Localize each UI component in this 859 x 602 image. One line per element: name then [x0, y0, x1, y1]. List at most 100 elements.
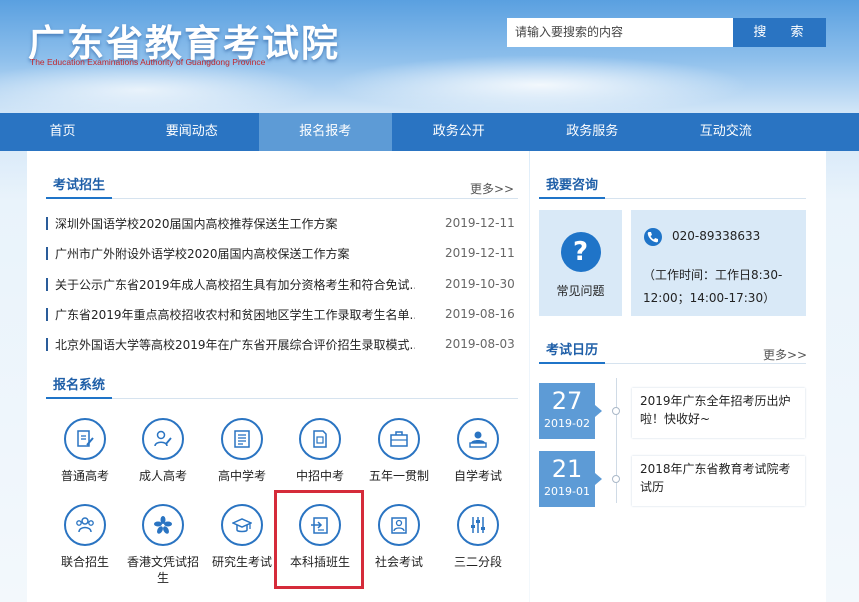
news-date: 2019-08-16 — [445, 307, 515, 321]
registration-item-five-year[interactable]: 五年一贯制 — [362, 418, 436, 484]
nav-item-services[interactable]: 政务服务 — [526, 113, 660, 151]
section-underline — [539, 362, 605, 364]
briefcase-icon — [378, 418, 420, 460]
group-icon — [64, 504, 106, 546]
news-date: 2019-10-30 — [445, 277, 515, 291]
news-title[interactable]: 关于公示广东省2019年成人高校招生具有加分资格考生和符合免试... — [55, 276, 415, 293]
phone-number: 020-89338633 — [672, 229, 761, 243]
bauhinia-icon — [142, 504, 184, 546]
bullet-bar — [46, 247, 48, 260]
work-time: （工作时间：工作日8:30-12:00；14:00-17:30） — [643, 268, 783, 305]
document-page-icon — [299, 418, 341, 460]
section-rule — [112, 198, 518, 199]
timeline-dot — [612, 407, 620, 415]
highlight-box — [274, 490, 364, 589]
more-link-calendar[interactable]: 更多>> — [763, 346, 807, 363]
faq-button[interactable]: ? 常见问题 — [539, 210, 622, 316]
section-title-calendar: 考试日历 — [546, 343, 599, 358]
section-rule — [605, 363, 806, 364]
news-date: 2019-12-11 — [445, 246, 515, 260]
registration-item-postgraduate[interactable]: 研究生考试 — [205, 504, 279, 570]
news-date: 2019-12-11 — [445, 216, 515, 230]
bullet-bar — [46, 308, 48, 321]
document-list-icon — [221, 418, 263, 460]
calendar-date: 27 2019-02 — [539, 383, 595, 439]
calendar-day: 21 — [551, 455, 583, 483]
calendar-date: 21 2019-01 — [539, 451, 595, 507]
search-input[interactable]: 请输入要搜索的内容 — [507, 18, 733, 47]
search-button[interactable]: 搜 索 — [733, 18, 826, 47]
registration-label: 普通高考 — [60, 469, 109, 483]
registration-item-hkdse[interactable]: 香港文凭试招生 — [126, 504, 200, 586]
cloud-decoration — [0, 60, 320, 120]
news-title[interactable]: 广州市广外附设外语学校2020届国内高校保送工作方案 — [55, 245, 415, 262]
nav-item-news[interactable]: 要闻动态 — [125, 113, 259, 151]
person-pen-icon — [142, 418, 184, 460]
teacher-board-icon — [457, 418, 499, 460]
pointer-arrow — [595, 473, 602, 485]
section-rule — [112, 398, 518, 399]
contact-box: 020-89338633 （工作时间：工作日8:30-12:00；14:00-1… — [631, 210, 806, 316]
registration-item-self-study[interactable]: 自学考试 — [441, 418, 515, 484]
person-doc-icon — [378, 504, 420, 546]
document-pen-icon — [64, 418, 106, 460]
nav-item-interaction[interactable]: 互动交流 — [659, 113, 793, 151]
calendar-month: 2019-02 — [544, 417, 590, 430]
registration-label: 研究生考试 — [211, 555, 272, 569]
question-icon: ? — [560, 232, 601, 272]
phone-icon — [644, 228, 662, 246]
registration-label: 五年一贯制 — [368, 469, 429, 483]
nav-item-registration[interactable]: 报名报考 — [258, 113, 392, 151]
nav-item-public-affairs[interactable]: 政务公开 — [392, 113, 526, 151]
bullet-bar — [46, 217, 48, 230]
news-item[interactable]: 北京外国语大学等高校2019年在广东省开展综合评价招生录取模式... 2019-… — [46, 335, 516, 355]
news-item[interactable]: 深圳外国语学校2020届国内高校推荐保送生工作方案 2019-12-11 — [46, 214, 516, 234]
timeline-dot — [612, 475, 620, 483]
registration-label: 中招中考 — [295, 469, 344, 483]
news-item[interactable]: 广东省2019年重点高校招收农村和贫困地区学生工作录取考生名单... 2019-… — [46, 305, 516, 325]
news-title[interactable]: 北京外国语大学等高校2019年在广东省开展综合评价招生录取模式... — [55, 336, 415, 353]
site-subtitle: The Education Examinations Authority of … — [30, 57, 266, 67]
registration-item-high-school-exam[interactable]: 高中学考 — [205, 418, 279, 484]
nav-item-home[interactable]: 首页 — [0, 113, 125, 151]
faq-label: 常见问题 — [556, 284, 605, 298]
registration-label: 香港文凭试招生 — [126, 555, 199, 585]
calendar-day: 27 — [551, 387, 583, 415]
header: 广东省教育考试院 The Education Examinations Auth… — [0, 0, 859, 120]
more-link-exam-admission[interactable]: 更多>> — [470, 180, 514, 197]
registration-item-zhongkao[interactable]: 中招中考 — [283, 418, 357, 484]
news-date: 2019-08-03 — [445, 337, 515, 351]
section-title-exam-admission: 考试招生 — [53, 178, 106, 193]
calendar-text[interactable]: 2018年广东省教育考试院考试历 — [632, 456, 805, 506]
news-title[interactable]: 广东省2019年重点高校招收农村和贫困地区学生工作录取考生名单... — [55, 306, 415, 323]
news-item[interactable]: 广州市广外附设外语学校2020届国内高校保送工作方案 2019-12-11 — [46, 244, 516, 264]
registration-item-general-gaokao[interactable]: 普通高考 — [48, 418, 122, 484]
main-nav: 首页 要闻动态 报名报考 政务公开 政务服务 互动交流 — [0, 113, 859, 151]
news-item[interactable]: 关于公示广东省2019年成人高校招生具有加分资格考生和符合免试... 2019-… — [46, 275, 516, 295]
registration-label: 自学考试 — [453, 469, 502, 483]
registration-label: 成人高考 — [138, 469, 187, 483]
pointer-arrow — [595, 405, 602, 417]
section-underline — [46, 397, 112, 399]
graduation-cap-icon — [221, 504, 263, 546]
registration-item-social-exam[interactable]: 社会考试 — [362, 504, 436, 570]
registration-label: 高中学考 — [217, 469, 266, 483]
sliders-icon — [457, 504, 499, 546]
registration-item-three-two[interactable]: 三二分段 — [441, 504, 515, 570]
calendar-item[interactable]: 27 2019-02 2019年广东全年招考历出炉啦！快收好~ — [539, 383, 807, 439]
bullet-bar — [46, 278, 48, 291]
registration-label: 三二分段 — [453, 555, 502, 569]
section-underline — [46, 197, 112, 199]
registration-label: 社会考试 — [374, 555, 423, 569]
section-underline — [539, 197, 605, 199]
calendar-text[interactable]: 2019年广东全年招考历出炉啦！快收好~ — [632, 388, 805, 438]
cloud-decoration — [330, 55, 750, 115]
registration-item-adult-gaokao[interactable]: 成人高考 — [126, 418, 200, 484]
registration-item-joint-admission[interactable]: 联合招生 — [48, 504, 122, 570]
registration-label: 联合招生 — [60, 555, 109, 569]
calendar-month: 2019-01 — [544, 485, 590, 498]
bullet-bar — [46, 338, 48, 351]
calendar-item[interactable]: 21 2019-01 2018年广东省教育考试院考试历 — [539, 451, 807, 507]
news-title[interactable]: 深圳外国语学校2020届国内高校推荐保送生工作方案 — [55, 215, 415, 232]
section-rule — [605, 198, 806, 199]
